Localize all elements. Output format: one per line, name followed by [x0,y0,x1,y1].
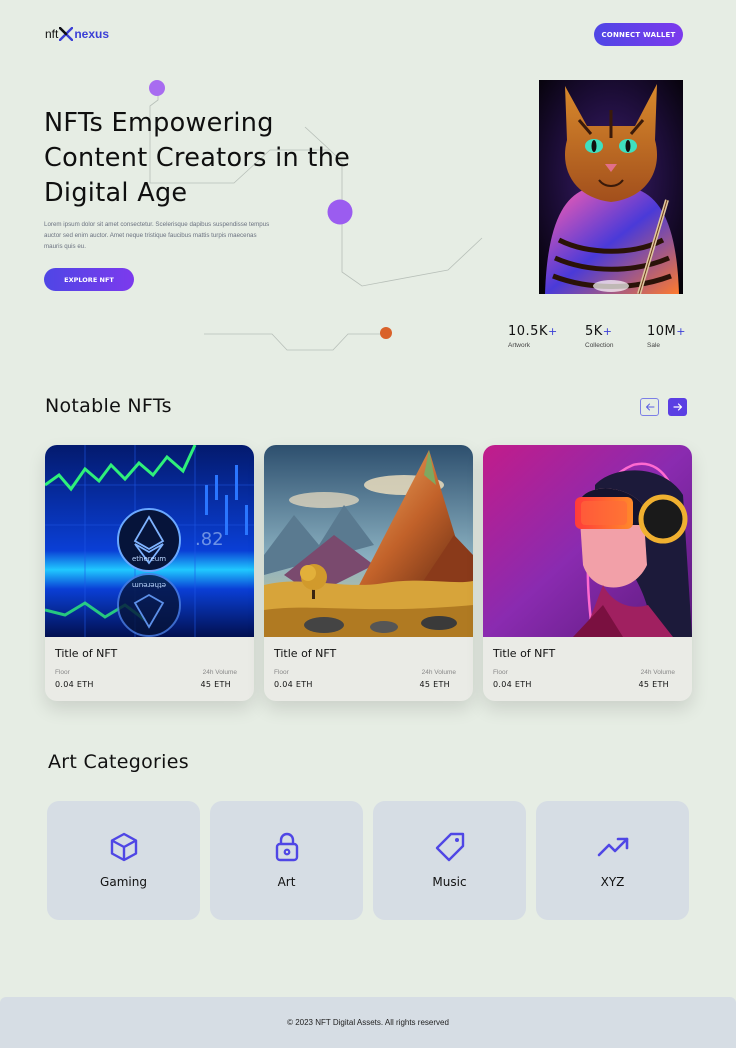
ethereum-chart-image: .82 ethereum ethereum [45,445,254,637]
nft-title: Title of NFT [55,647,118,660]
carousel-prev-button[interactable] [640,398,659,416]
stat-value: 10M [647,324,677,339]
cube-icon [110,832,137,862]
floor-label: Floor [55,669,70,676]
footer-copyright: © 2023 NFT Digital Assets. All rights re… [287,1018,449,1027]
hero-description: Lorem ipsum dolor sit amet consectetur. … [44,221,270,250]
hero-title-line: Digital Age [44,178,188,208]
nft-card[interactable]: Title of NFT Floor 0.04 ETH 24h Volume 4… [264,445,473,701]
coin-text-mirror: ethereum [132,581,166,589]
category-art[interactable]: Art [210,801,363,920]
floor-label: Floor [274,669,289,676]
hero-cat-artwork [539,80,683,294]
stat-plus: + [602,325,613,338]
stat-value: 10.5K [508,324,548,339]
svg-text:.82: .82 [195,529,224,550]
tag-icon [435,832,464,862]
stat-value: 5K [585,324,603,339]
hero-title-line: Content Creators in the [44,143,351,173]
logo-x-icon [59,27,74,41]
nft-card[interactable]: Title of NFT Floor 0.04 ETH 24h Volume 4… [483,445,692,701]
volume-value: 45 ETH [419,680,450,689]
volume-label: 24h Volume [202,669,237,676]
carousel-next-button[interactable] [668,398,687,416]
floor-value: 0.04 ETH [493,680,532,689]
floor-value: 0.04 ETH [55,680,94,689]
category-label: XYZ [600,875,625,889]
stat-label: Sale [647,342,661,349]
stat-label: Artwork [508,342,531,349]
floor-label: Floor [493,669,508,676]
stat-plus: + [676,325,686,338]
stat-sale: 10M+ Sale [647,324,686,349]
footer: © 2023 NFT Digital Assets. All rights re… [0,997,736,1048]
category-label: Art [277,875,296,889]
vr-girl-image [483,445,692,637]
nft-title: Title of NFT [493,647,556,660]
floor-value: 0.04 ETH [274,680,313,689]
stat-label: Collection [585,342,614,349]
explore-nft-button[interactable]: EXPLORE NFT [44,268,134,291]
arrow-right-icon [672,403,682,411]
nft-title: Title of NFT [274,647,337,660]
arrow-left-icon [645,403,654,411]
logo-suffix: nexus [74,27,110,41]
category-gaming[interactable]: Gaming [47,801,200,920]
stat-collection: 5K+ Collection [585,324,614,349]
volume-label: 24h Volume [640,669,675,676]
notable-nfts-title: Notable NFTs [45,395,172,417]
connect-wallet-button[interactable]: CONNECT WALLET [594,23,683,46]
nft-card[interactable]: .82 ethereum ethereum Title of NFT Floor… [45,445,254,701]
volume-value: 45 ETH [638,680,669,689]
mountain-landscape-image [264,445,473,637]
stat-plus: + [547,325,558,338]
logo[interactable]: nft nexus [45,26,109,42]
category-label: Gaming [100,875,147,889]
category-label: Music [432,875,467,889]
logo-prefix: nft [45,27,59,41]
hero-title: NFTs Empowering Content Creators in the … [44,106,404,211]
trending-up-icon [597,837,628,857]
lock-icon [275,832,298,862]
hero-title-line: NFTs Empowering [44,108,274,138]
volume-label: 24h Volume [421,669,456,676]
coin-text: ethereum [132,555,166,563]
category-xyz[interactable]: XYZ [536,801,689,920]
volume-value: 45 ETH [200,680,231,689]
category-music[interactable]: Music [373,801,526,920]
stat-artwork: 10.5K+ Artwork [508,324,558,349]
art-categories-title: Art Categories [48,751,189,773]
